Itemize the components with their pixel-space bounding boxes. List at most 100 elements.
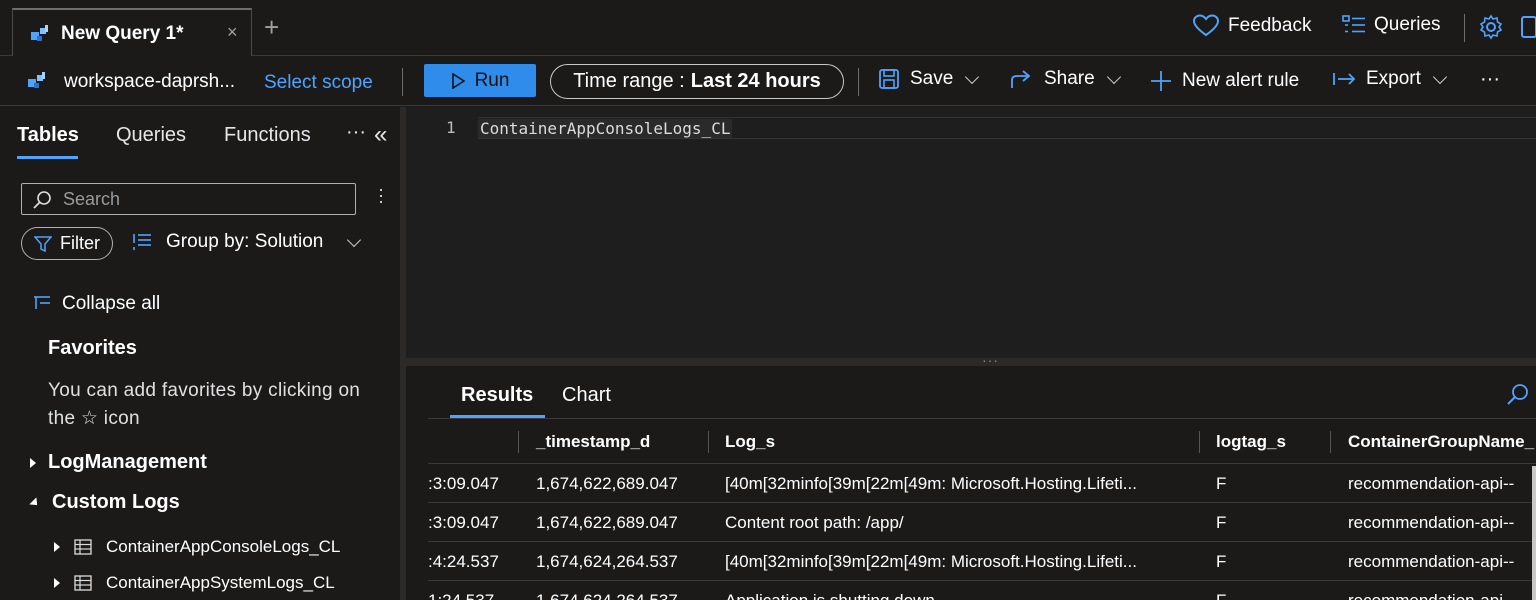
divider — [402, 68, 403, 96]
collapse-panel-icon[interactable]: « — [374, 121, 387, 149]
favorites-hint: You can add favorites by clicking on the… — [48, 380, 361, 429]
more-tabs-icon[interactable]: ··· — [346, 121, 366, 144]
caret-right-icon — [54, 578, 60, 588]
workspace-icon — [26, 70, 50, 92]
results-scrollbar[interactable] — [1532, 466, 1536, 600]
editor-results-splitter[interactable]: ··· — [406, 352, 1536, 368]
select-scope-link[interactable]: Select scope — [264, 72, 373, 94]
new-alert-rule-label: New alert rule — [1182, 70, 1300, 91]
cell-log: Application is shutting down — [725, 591, 1185, 600]
line-number: 1 — [446, 118, 456, 137]
column-divider[interactable] — [1330, 431, 1331, 453]
divider — [858, 68, 859, 96]
results-pane: Results Chart _timestamp_d Log_s logtag_… — [406, 366, 1536, 600]
cell-timestamp: 1,674,624,264.537 — [536, 591, 678, 600]
tab-tables[interactable]: Tables — [17, 124, 79, 147]
cell-timestamp: 1,674,622,689.047 — [536, 513, 678, 532]
run-label: Run — [474, 69, 510, 91]
queries-button[interactable]: Queries — [1342, 14, 1441, 36]
tab-new-query-1[interactable]: New Query 1* × — [12, 8, 252, 56]
table-icon — [74, 539, 92, 555]
tree-item-containerappconsolelogs[interactable]: ContainerAppConsoleLogs_CL — [54, 537, 340, 557]
book-icon[interactable] — [1520, 15, 1536, 39]
code-line[interactable]: ContainerAppConsoleLogs_CL — [478, 117, 1536, 139]
group-by-dropdown[interactable]: Group by: Solution — [132, 231, 362, 253]
table-row[interactable]: 1:24.537 1,674,624,264.537 Application i… — [428, 580, 1536, 600]
query-text: ContainerAppConsoleLogs_CL — [478, 119, 733, 138]
cell-log: Content root path: /app/ — [725, 513, 904, 532]
divider — [428, 418, 1536, 419]
query-editor[interactable]: 1 ContainerAppConsoleLogs_CL — [406, 107, 1536, 360]
cell-containergroup: recommendation-api-- — [1348, 591, 1532, 600]
divider — [1464, 14, 1465, 42]
column-divider[interactable] — [708, 431, 709, 453]
column-header-logtag[interactable]: logtag_s — [1216, 422, 1286, 462]
tab-queries[interactable]: Queries — [116, 124, 186, 147]
save-button[interactable]: Save — [878, 68, 980, 90]
column-header-timestamp[interactable]: _timestamp_d — [536, 422, 650, 462]
plus-icon — [1150, 70, 1172, 92]
export-label: Export — [1366, 68, 1421, 89]
cell-logtag: F — [1216, 591, 1226, 600]
close-tab-icon[interactable]: × — [227, 22, 238, 43]
tree-item-containerappsystemlogs[interactable]: ContainerAppSystemLogs_CL — [54, 573, 335, 593]
cell-time: 1:24.537 — [428, 591, 508, 600]
collapse-all-button[interactable]: Collapse all — [32, 293, 160, 315]
feedback-button[interactable]: Feedback — [1192, 14, 1311, 38]
time-range-picker[interactable]: Time range : Last 24 hours — [550, 64, 844, 99]
search-icon — [32, 190, 52, 210]
table-row[interactable]: :4:24.537 1,674,624,264.537 [40m[32minfo… — [428, 541, 1536, 580]
caret-down-icon — [29, 496, 41, 509]
column-header-log[interactable]: Log_s — [725, 422, 775, 462]
cell-containergroup: recommendation-api-- — [1348, 552, 1515, 571]
play-icon — [451, 72, 465, 89]
table-icon — [74, 575, 92, 591]
time-range-prefix: Time range : — [573, 70, 685, 92]
search-results-icon[interactable] — [1506, 382, 1530, 406]
schema-sidebar: Tables Queries Functions ··· « Search ⋯ … — [0, 107, 400, 600]
workspace-name: workspace-daprsh... — [64, 71, 236, 92]
group-list-icon — [132, 233, 152, 251]
table-row[interactable]: :3:09.047 1,674,622,689.047 Content root… — [428, 502, 1536, 541]
tree-group-label: Custom Logs — [52, 491, 180, 513]
favorites-heading: Favorites — [48, 337, 137, 359]
share-button[interactable]: Share — [1010, 68, 1121, 90]
tab-functions[interactable]: Functions — [224, 124, 311, 147]
search-placeholder: Search — [63, 189, 121, 209]
run-button[interactable]: Run — [424, 64, 536, 97]
cell-timestamp: 1,674,624,264.537 — [536, 552, 678, 571]
tree-group-logmanagement[interactable]: LogManagement — [30, 451, 207, 474]
tree-group-custom-logs[interactable]: Custom Logs — [29, 491, 180, 514]
tab-chart[interactable]: Chart — [562, 384, 611, 407]
table-name: ContainerAppConsoleLogs_CL — [106, 537, 341, 556]
cell-log: [40m[32minfo[39m[22m[49m: Microsoft.Host… — [725, 474, 1137, 493]
feedback-label: Feedback — [1228, 15, 1312, 36]
column-divider[interactable] — [518, 431, 519, 453]
filter-button[interactable]: Filter — [21, 227, 113, 260]
cell-time: :3:09.047 — [428, 474, 499, 493]
queries-list-icon — [1342, 14, 1366, 36]
gear-icon[interactable] — [1478, 14, 1504, 40]
active-tab-indicator — [17, 156, 78, 159]
cell-timestamp: 1,674,622,689.047 — [536, 474, 678, 493]
add-tab-icon[interactable]: + — [264, 14, 279, 40]
cell-logtag: F — [1216, 552, 1227, 571]
cell-containergroup: recommendation-api-- — [1348, 513, 1515, 532]
search-input[interactable]: Search — [21, 183, 356, 215]
cell-logtag: F — [1216, 474, 1227, 493]
cell-log: [40m[32minfo[39m[22m[49m: Microsoft.Host… — [725, 552, 1137, 571]
chevron-down-icon — [1432, 69, 1447, 84]
group-by-label: Group by: Solution — [166, 231, 324, 252]
column-divider[interactable] — [1199, 431, 1200, 453]
query-tab-bar: New Query 1* × + Feedback Queries — [0, 0, 1536, 56]
collapse-all-label: Collapse all — [62, 293, 161, 314]
tab-results[interactable]: Results — [461, 384, 533, 407]
new-alert-rule-button[interactable]: New alert rule — [1150, 70, 1299, 92]
export-button[interactable]: Export — [1332, 68, 1447, 90]
more-options-icon[interactable]: ··· — [1480, 68, 1500, 91]
column-header-containergroupname[interactable]: ContainerGroupName_ — [1348, 422, 1536, 462]
cell-time: :3:09.047 — [428, 513, 499, 532]
table-row[interactable]: :3:09.047 1,674,622,689.047 [40m[32minfo… — [428, 463, 1536, 502]
chevron-down-icon — [1106, 69, 1121, 84]
search-options-icon[interactable]: ⋯ — [370, 187, 392, 205]
